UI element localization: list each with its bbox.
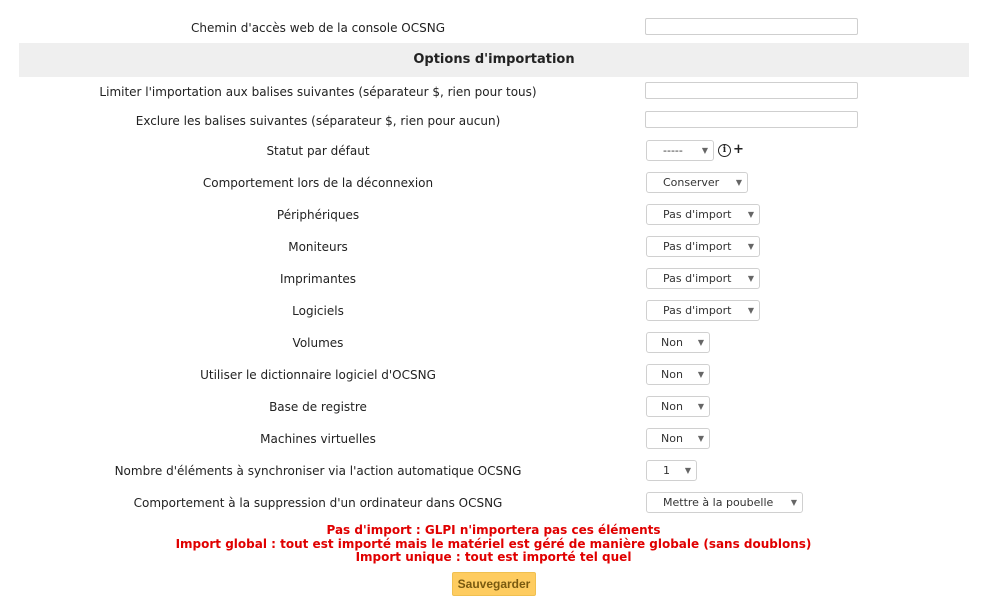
virtual-machines-select[interactable]: Non ▼: [646, 428, 710, 449]
peripherals-label: Périphériques: [276, 208, 360, 222]
software-select[interactable]: Pas d'import ▼: [646, 300, 760, 321]
chevron-down-icon: ▼: [697, 402, 704, 411]
printers-select[interactable]: Pas d'import ▼: [646, 268, 760, 289]
volumes-label: Volumes: [292, 336, 344, 350]
limit-tags-input[interactable]: [645, 82, 858, 99]
save-button[interactable]: Sauvegarder: [452, 572, 536, 596]
sync-count-select[interactable]: 1 ▼: [646, 460, 697, 481]
note-global-import: Import global : tout est importé mais le…: [175, 536, 812, 551]
import-notes: Pas d'import : GLPI n'importera pas ces …: [0, 523, 983, 565]
chevron-down-icon: ▼: [697, 338, 704, 347]
chevron-down-icon: ▼: [747, 306, 754, 315]
peripherals-value: Pas d'import: [663, 208, 732, 221]
software-value: Pas d'import: [663, 304, 732, 317]
default-status-select[interactable]: ----- ▼: [646, 140, 714, 161]
disconnect-behavior-value: Conserver: [663, 176, 720, 189]
note-unique-import: Import unique : tout est importé tel que…: [355, 550, 632, 564]
web-path-input[interactable]: [645, 18, 858, 35]
chevron-down-icon: ▼: [701, 146, 708, 155]
exclude-tags-input[interactable]: [645, 111, 858, 128]
registry-label: Base de registre: [269, 400, 367, 414]
default-status-label: Statut par défaut: [266, 144, 370, 158]
monitors-select[interactable]: Pas d'import ▼: [646, 236, 760, 257]
sync-count-value: 1: [663, 464, 670, 477]
default-status-value: -----: [663, 144, 683, 157]
virtual-machines-label: Machines virtuelles: [260, 432, 376, 446]
peripherals-select[interactable]: Pas d'import ▼: [646, 204, 760, 225]
chevron-down-icon: ▼: [735, 178, 742, 187]
monitors-value: Pas d'import: [663, 240, 732, 253]
registry-value: Non: [661, 400, 683, 413]
registry-select[interactable]: Non ▼: [646, 396, 710, 417]
chevron-down-icon: ▼: [790, 498, 797, 507]
printers-label: Imprimantes: [279, 272, 357, 286]
chevron-down-icon: ▼: [697, 434, 704, 443]
chevron-down-icon: ▼: [747, 242, 754, 251]
section-title: Options d'importation: [19, 43, 969, 77]
software-dictionary-value: Non: [661, 368, 683, 381]
software-dictionary-select[interactable]: Non ▼: [646, 364, 710, 385]
virtual-machines-value: Non: [661, 432, 683, 445]
delete-behavior-label: Comportement à la suppression d'un ordin…: [133, 496, 503, 510]
sync-count-label: Nombre d'éléments à synchroniser via l'a…: [114, 464, 522, 478]
volumes-select[interactable]: Non ▼: [646, 332, 710, 353]
chevron-down-icon: ▼: [697, 370, 704, 379]
delete-behavior-select[interactable]: Mettre à la poubelle ▼: [646, 492, 803, 513]
software-dictionary-label: Utiliser le dictionnaire logiciel d'OCSN…: [200, 368, 436, 382]
chevron-down-icon: ▼: [684, 466, 691, 475]
exclude-tags-label: Exclure les balises suivantes (séparateu…: [135, 114, 501, 128]
note-no-import: Pas d'import : GLPI n'importera pas ces …: [326, 523, 661, 537]
monitors-label: Moniteurs: [288, 240, 348, 254]
chevron-down-icon: ▼: [747, 274, 754, 283]
web-path-label: Chemin d'accès web de la console OCSNG: [190, 21, 446, 35]
printers-value: Pas d'import: [663, 272, 732, 285]
software-label: Logiciels: [292, 304, 344, 318]
volumes-value: Non: [661, 336, 683, 349]
disconnect-behavior-label: Comportement lors de la déconnexion: [202, 176, 434, 190]
plus-icon[interactable]: +: [733, 143, 744, 157]
disconnect-behavior-select[interactable]: Conserver ▼: [646, 172, 748, 193]
delete-behavior-value: Mettre à la poubelle: [663, 496, 774, 509]
limit-tags-label: Limiter l'importation aux balises suivan…: [99, 85, 537, 99]
chevron-down-icon: ▼: [747, 210, 754, 219]
info-icon[interactable]: i: [718, 144, 731, 157]
